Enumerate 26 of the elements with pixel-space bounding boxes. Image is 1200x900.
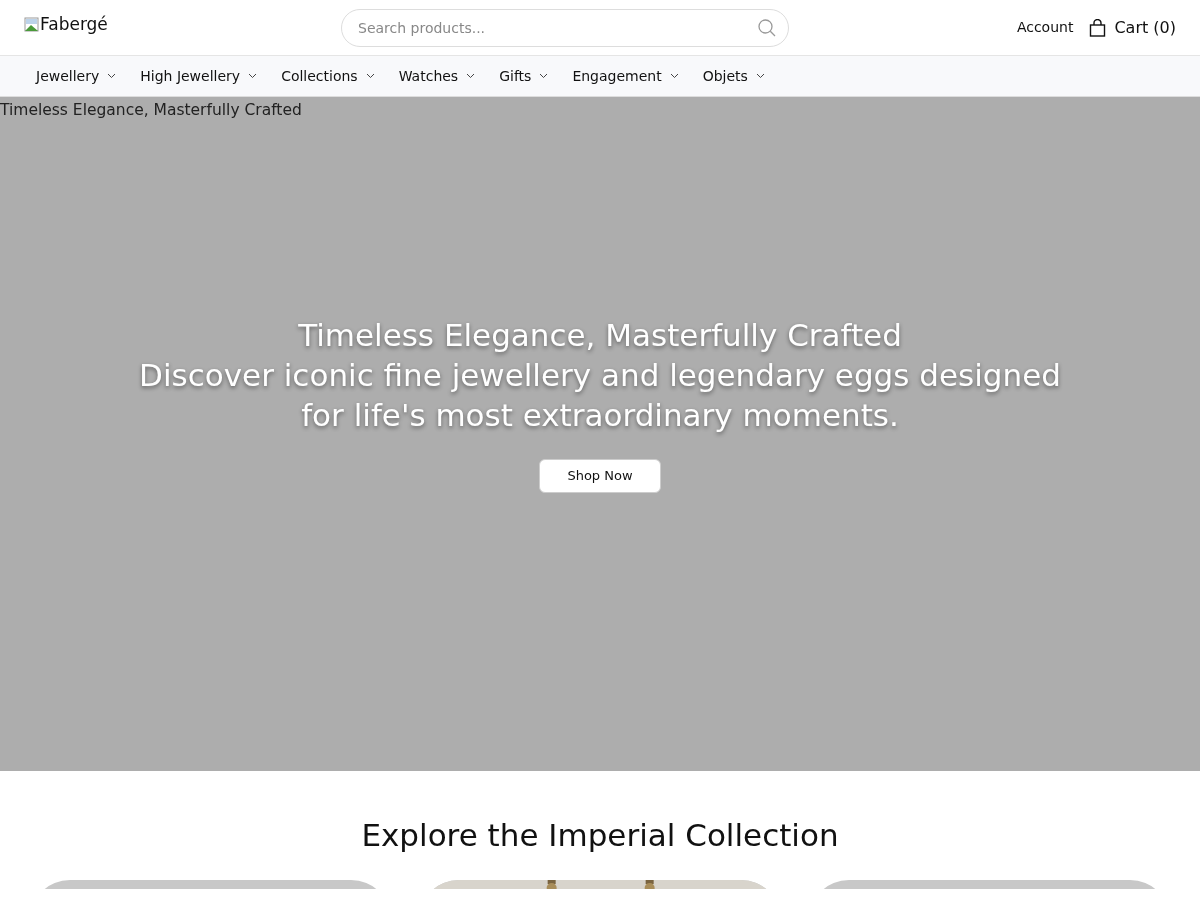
chevron-down-icon xyxy=(755,73,765,79)
hero-title: Timeless Elegance, Masterfully Crafted xyxy=(298,316,902,356)
broken-image-icon xyxy=(24,16,40,33)
search-field[interactable]: Search products... xyxy=(341,8,789,47)
chevron-down-icon xyxy=(107,73,117,79)
chevron-down-icon xyxy=(539,73,549,79)
shop-now-button[interactable]: Shop Now xyxy=(539,459,661,493)
hero-subtitle: Discover iconic fine jewellery and legendary eggs designed for life's most extraordinary moments. xyxy=(138,356,1062,436)
nav-menu-item[interactable]: Gifts xyxy=(487,65,561,87)
search-icon[interactable] xyxy=(757,17,777,38)
nav-menu-item[interactable]: Collections xyxy=(269,65,387,87)
account-link[interactable]: Account xyxy=(1016,17,1074,38)
chevron-down-icon xyxy=(365,73,375,79)
nav-menu-item[interactable]: Engagement xyxy=(560,65,691,87)
logo-image[interactable]: Fabergé xyxy=(24,12,108,38)
nav-menu-item[interactable]: Watches xyxy=(386,65,488,87)
nav-menu-item[interactable]: High Jewellery xyxy=(128,65,270,87)
nav-menu-item[interactable]: Jewellery xyxy=(24,65,129,87)
chevron-down-icon xyxy=(669,73,679,79)
image-alt-text: Timeless Elegance, Masterfully Crafted xyxy=(0,100,302,121)
shopping-bag-icon xyxy=(1089,18,1107,37)
section-title: Explore the Imperial Collection xyxy=(360,817,840,855)
cart-link[interactable]: Cart (0) xyxy=(1089,15,1176,40)
chevron-down-icon xyxy=(248,73,258,79)
nav-menu-item[interactable]: Objets xyxy=(690,65,777,87)
chevron-down-icon xyxy=(466,73,476,79)
